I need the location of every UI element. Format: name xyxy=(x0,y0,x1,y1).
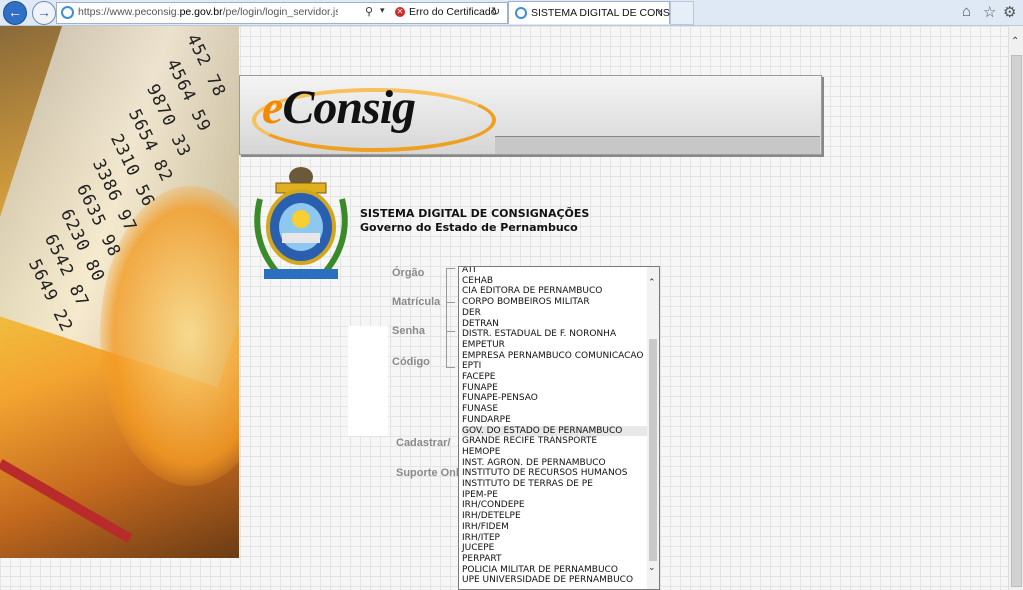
orgao-option[interactable]: FUNAPE xyxy=(462,383,647,394)
orgao-option[interactable]: INSTITUTO DE TERRAS DE PE xyxy=(462,479,647,490)
forward-button[interactable]: → xyxy=(32,1,56,25)
address-bar[interactable]: https://www.peconsig.pe.gov.br/pe/login/… xyxy=(56,2,508,24)
certificate-error-icon[interactable]: ✕ xyxy=(395,7,405,17)
list-scrollbar[interactable]: ⌃ ⌄ xyxy=(647,267,659,589)
orgao-option[interactable]: POLICIA MILITAR DE PERNAMBUCO xyxy=(462,565,647,576)
orgao-option[interactable]: HEMOPE xyxy=(462,447,647,458)
ie-tab-icon xyxy=(515,7,527,19)
banner-strip xyxy=(495,136,820,154)
orgao-option[interactable]: IRH/CONDEPE xyxy=(462,500,647,511)
cadastrar-link[interactable]: Cadastrar/ xyxy=(396,437,450,449)
orgao-option[interactable]: UPE UNIVERSIDADE DE PERNAMBUCO xyxy=(462,575,647,586)
orgao-option[interactable]: CORPO BOMBEIROS MILITAR xyxy=(462,297,647,308)
home-icon[interactable]: ⌂ xyxy=(962,3,971,20)
refresh-icon[interactable]: ↻ xyxy=(491,5,500,18)
page-content: 452 78 4564 59 9870 33 5654 82 2310 56 3… xyxy=(0,26,1008,590)
browser-toolbar: ← → https://www.peconsig.pe.gov.br/pe/lo… xyxy=(0,0,1023,26)
orgao-option[interactable]: INST. AGRON. DE PERNAMBUCO xyxy=(462,458,647,469)
matricula-label: Matrícula xyxy=(392,296,441,308)
orgao-option[interactable]: FACEPE xyxy=(462,372,647,383)
tab-close-icon[interactable]: × xyxy=(657,6,663,18)
favorites-star-icon[interactable]: ☆ xyxy=(983,3,996,21)
red-pen xyxy=(0,459,133,543)
orgao-option[interactable]: EPTI xyxy=(462,361,647,372)
econsig-logo: eConsig xyxy=(262,81,416,134)
orgao-option[interactable]: JUCEPE xyxy=(462,543,647,554)
page-scroll-up-icon[interactable]: ⌃ xyxy=(1011,36,1019,47)
gear-icon[interactable]: ⚙ xyxy=(1003,3,1016,21)
orgao-option[interactable]: IRH/FIDEM xyxy=(462,522,647,533)
ie-page-icon xyxy=(61,6,74,19)
orgao-option[interactable]: FUNAPE-PENSAO xyxy=(462,393,647,404)
white-panel xyxy=(348,326,388,436)
orgao-option[interactable]: EMPETUR xyxy=(462,340,647,351)
orgao-option[interactable]: IRH/ITEP xyxy=(462,533,647,544)
orgao-option[interactable]: INSTITUTO DE RECURSOS HUMANOS xyxy=(462,468,647,479)
government-subtitle: Governo do Estado de Pernambuco xyxy=(360,221,578,234)
suporte-online-link[interactable]: Suporte Onl xyxy=(396,467,459,479)
orgao-option[interactable]: GRANDE RECIFE TRANSPORTE xyxy=(462,436,647,447)
new-tab-button[interactable] xyxy=(670,1,694,25)
orgao-option[interactable]: FUNASE xyxy=(462,404,647,415)
certificate-error-label[interactable]: Erro do Certificado xyxy=(409,6,497,18)
orgao-dropdown-list[interactable]: ATI CEHAB CIA EDITORA DE PERNAMBUCO CORPO B… xyxy=(458,266,660,590)
system-title: SISTEMA DIGITAL DE CONSIGNAÇÕES xyxy=(360,207,590,220)
browser-tab[interactable]: SISTEMA DIGITAL DE CONS... × xyxy=(508,1,679,24)
finance-photo: 452 78 4564 59 9870 33 5654 82 2310 56 3… xyxy=(0,26,239,558)
scroll-down-icon[interactable]: ⌄ xyxy=(648,562,656,573)
orgao-option[interactable]: DETRAN xyxy=(462,319,647,330)
econsig-banner: eConsig xyxy=(239,75,822,155)
list-scroll-thumb[interactable] xyxy=(649,339,657,561)
page-scrollbar[interactable]: ⌃ xyxy=(1008,26,1023,590)
field-bracket xyxy=(446,268,457,368)
orgao-option[interactable]: IPEM-PE xyxy=(462,490,647,501)
orgao-option[interactable]: ATI xyxy=(462,267,647,276)
url-text: https://www.peconsig.pe.gov.br/pe/login/… xyxy=(78,6,338,18)
pernambuco-coat-of-arms xyxy=(254,167,348,279)
orgao-option[interactable]: IRH/DETELPE xyxy=(462,511,647,522)
senha-label: Senha xyxy=(392,325,426,337)
orgao-option[interactable]: DER xyxy=(462,308,647,319)
chevron-down-icon[interactable]: ▾ xyxy=(380,5,385,16)
orgao-option[interactable]: CEHAB xyxy=(462,276,647,287)
orgao-option[interactable]: GOV. DO ESTADO DE PERNAMBUCO xyxy=(462,425,647,437)
scroll-up-icon[interactable]: ⌃ xyxy=(648,277,656,288)
orgao-option[interactable]: EMPRESA PERNAMBUCO COMUNICACAO xyxy=(462,351,647,362)
search-icon[interactable]: ⚲ xyxy=(365,5,373,18)
orgao-option[interactable]: CIA EDITORA DE PERNAMBUCO xyxy=(462,286,647,297)
orgao-option[interactable]: DISTR. ESTADUAL DE F. NORONHA xyxy=(462,329,647,340)
orgao-option-list: ATI CEHAB CIA EDITORA DE PERNAMBUCO CORPO B… xyxy=(462,267,647,586)
orgao-label: Órgão xyxy=(392,267,425,279)
codigo-label: Código xyxy=(392,356,430,368)
orgao-option[interactable]: FUNDARPE xyxy=(462,415,647,426)
page-scroll-thumb[interactable] xyxy=(1011,55,1022,587)
back-button[interactable]: ← xyxy=(3,1,27,25)
orgao-option[interactable]: PERPART xyxy=(462,554,647,565)
